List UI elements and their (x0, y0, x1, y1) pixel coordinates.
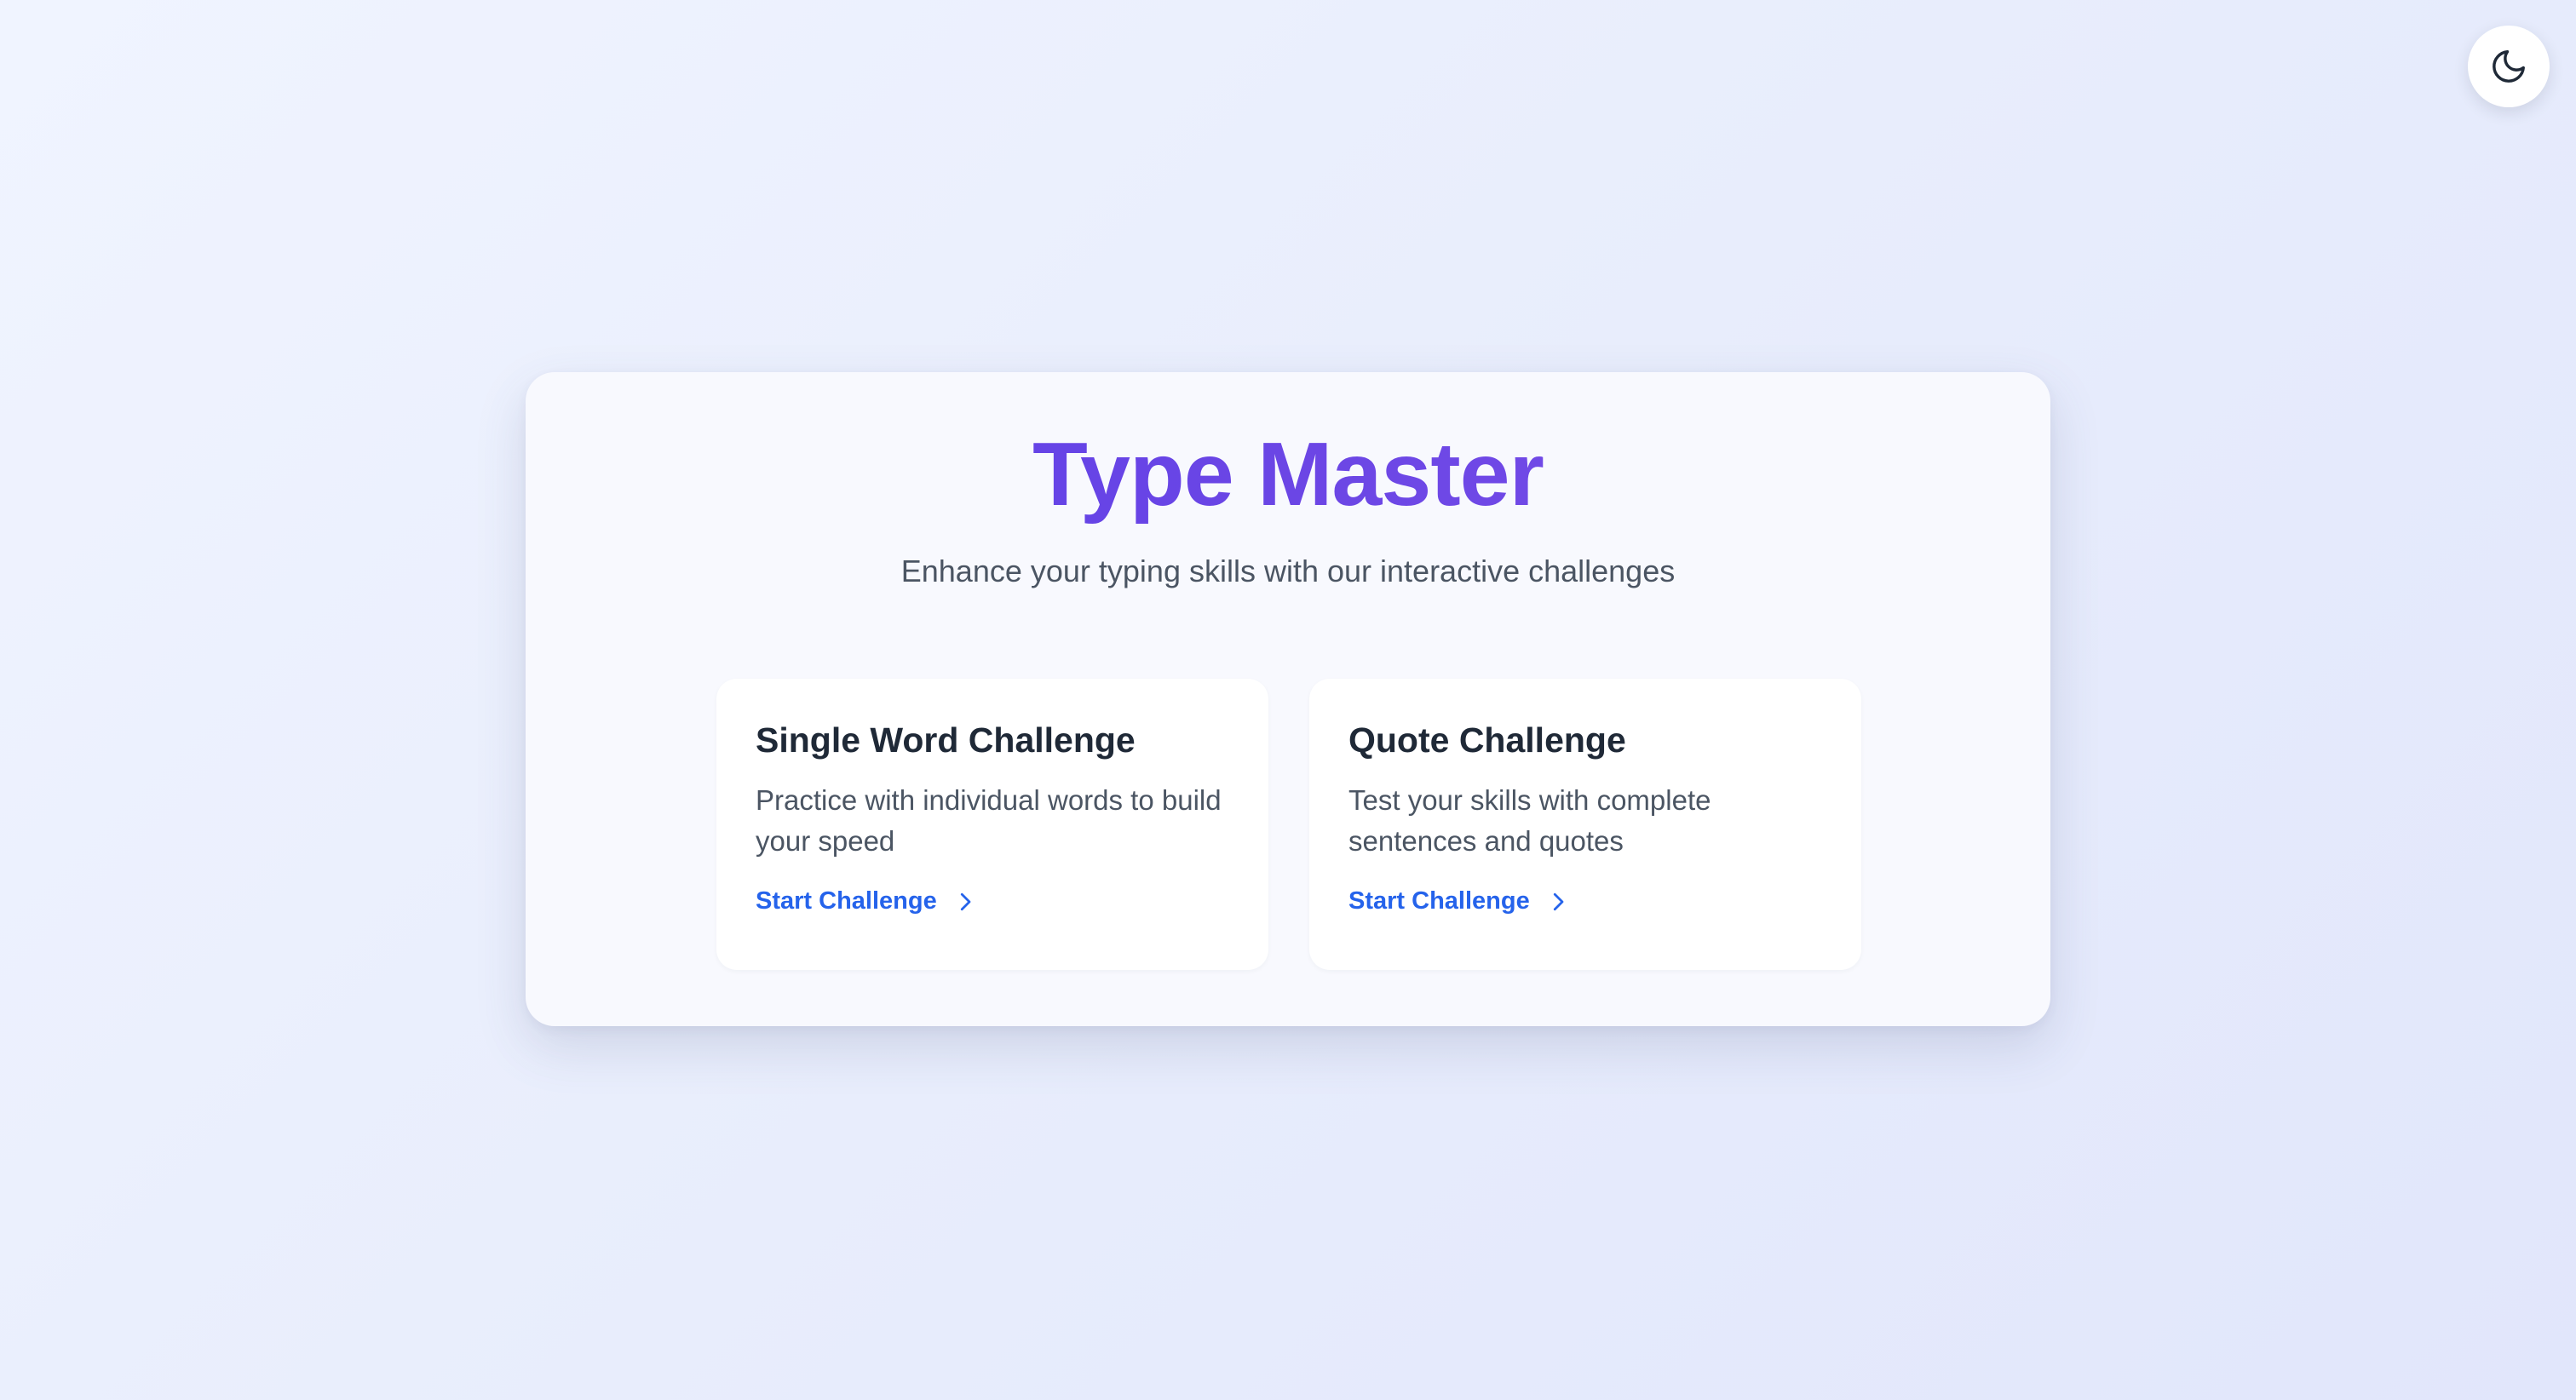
challenge-card-description: Practice with individual words to build … (756, 784, 1222, 858)
page-title: Type Master (526, 421, 2050, 529)
start-challenge-label: Start Challenge (1348, 887, 1530, 915)
chevron-right-icon (960, 892, 971, 910)
moon-icon (2493, 50, 2525, 83)
theme-toggle-button[interactable] (2468, 26, 2550, 107)
page-subtitle: Enhance your typing skills with our inte… (900, 554, 1676, 588)
hero-card: Type Master Enhance your typing skills w… (526, 372, 2050, 1026)
challenge-card-title: Single Word Challenge (756, 720, 1136, 760)
start-challenge-label: Start Challenge (756, 887, 937, 915)
quote-challenge-card[interactable]: Quote Challenge Test your skills with co… (1309, 679, 1861, 970)
challenge-card-description: Test your skills with complete sentences… (1348, 784, 1711, 858)
single-word-challenge-card[interactable]: Single Word Challenge Practice with indi… (716, 679, 1268, 970)
challenge-card-title: Quote Challenge (1348, 720, 1626, 760)
chevron-right-icon (1553, 892, 1564, 910)
start-quote-challenge-link[interactable]: Start Challenge (1348, 887, 1571, 915)
start-single-word-challenge-link[interactable]: Start Challenge (756, 887, 978, 915)
